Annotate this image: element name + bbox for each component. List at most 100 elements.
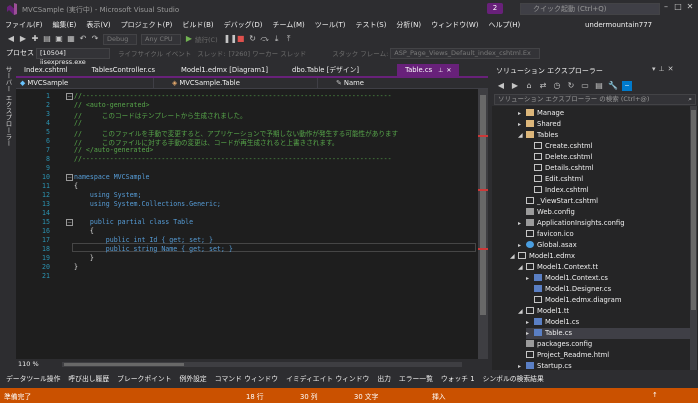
expand-icon[interactable]: ▸ xyxy=(518,108,526,119)
close-icon[interactable]: ✕ xyxy=(684,2,696,11)
minimize-icon[interactable]: – xyxy=(660,2,672,11)
tree-item[interactable]: Model1.edmx.diagram xyxy=(526,295,621,306)
redo-icon[interactable]: ↷ xyxy=(90,34,100,44)
expand-icon[interactable]: ▸ xyxy=(526,328,534,339)
tree-item[interactable]: ◢ Model1.edmx xyxy=(510,251,575,262)
tree-item[interactable]: ▸ Startup.cs xyxy=(518,361,572,370)
expand-icon[interactable]: ▸ xyxy=(518,240,526,251)
type-dropdown[interactable]: ◈ MVCSample.Table xyxy=(168,78,318,89)
tab-tablescontroller[interactable]: TablesController.cs xyxy=(84,64,163,76)
back-icon[interactable]: ◀ xyxy=(6,34,16,44)
lifecycle-events-dropdown[interactable]: ライフサイクル イベント xyxy=(118,48,191,58)
step-over-icon[interactable]: ⤼ xyxy=(260,34,270,44)
expand-icon[interactable]: ▸ xyxy=(526,317,534,328)
step-out-icon[interactable]: ⤒ xyxy=(284,34,294,44)
close-tab-icon[interactable]: ✕ xyxy=(446,67,451,74)
home-icon[interactable]: ⌂ xyxy=(524,81,534,91)
forward-icon[interactable]: ▶ xyxy=(510,81,520,91)
menu-debug[interactable]: デバッグ(D) xyxy=(219,18,268,32)
tree-item[interactable]: ▸ Model1.cs xyxy=(526,317,579,328)
tree-item[interactable]: ◢ Model1.tt xyxy=(518,306,569,317)
save-icon[interactable]: ▣ xyxy=(54,34,64,44)
pause-icon[interactable]: ❚❚ xyxy=(224,34,237,44)
tree-item[interactable]: ▸ ApplicationInsights.config xyxy=(518,218,625,229)
tab-watch-1[interactable]: ウォッチ 1 xyxy=(437,372,479,386)
menu-window[interactable]: ウィンドウ(W) xyxy=(426,18,483,32)
tab-data-tools[interactable]: データツール操作 xyxy=(2,372,64,386)
thread-dropdown[interactable]: [7260] ワーカー スレッド xyxy=(228,48,306,58)
menu-help[interactable]: ヘルプ(H) xyxy=(484,18,526,32)
tree-item[interactable]: ▸ Model1.Context.cs xyxy=(526,273,608,284)
tab-error-list[interactable]: エラー一覧 xyxy=(395,372,437,386)
tree-item[interactable]: ◢ Model1.Context.tt xyxy=(518,262,598,273)
server-explorer-tab[interactable]: サーバー エクスプローラー xyxy=(3,66,13,146)
collapse-all-icon[interactable]: ▭ xyxy=(580,81,590,91)
platform-dropdown[interactable]: Any CPU xyxy=(141,33,181,45)
stack-frame-dropdown[interactable]: ASP_Page_Views_Default_index_cshtml.Ex xyxy=(390,47,541,59)
properties-icon[interactable]: 🔧 xyxy=(608,81,618,91)
notification-badge[interactable]: 2 xyxy=(487,3,503,14)
tree-item[interactable]: favicon.ico xyxy=(526,229,574,240)
menu-project[interactable]: プロジェクト(P) xyxy=(116,18,178,32)
tab-call-stack[interactable]: 呼び出し履歴 xyxy=(64,372,113,386)
tree-item[interactable]: ▸ Manage xyxy=(518,108,564,119)
refresh-icon[interactable]: ↻ xyxy=(566,81,576,91)
expand-icon[interactable]: ▸ xyxy=(526,273,534,284)
solution-explorer-search[interactable]: ソリューション エクスプローラー の検索 (Ctrl+@) ⌕ xyxy=(494,94,696,105)
tree-item[interactable]: Details.cshtml xyxy=(534,163,593,174)
editor-scroll-thumb[interactable] xyxy=(480,95,486,315)
tab-exception-settings[interactable]: 例外設定 xyxy=(176,372,211,386)
menu-file[interactable]: ファイル(F) xyxy=(0,18,48,32)
tree-item[interactable]: ▸ Global.asax xyxy=(518,240,577,251)
tree-item[interactable]: Web.config xyxy=(526,207,575,218)
tree-item[interactable]: Create.cshtml xyxy=(534,141,593,152)
tree-item[interactable]: packages.config xyxy=(518,339,592,350)
user-name[interactable]: undermountain777 xyxy=(585,18,652,32)
menu-team[interactable]: チーム(M) xyxy=(267,18,309,32)
tree-item[interactable]: ◢ Tables xyxy=(518,130,558,141)
close-icon[interactable]: ✕ xyxy=(668,65,677,73)
publish-icon[interactable]: ↑ xyxy=(652,391,658,399)
tab-breakpoints[interactable]: ブレークポイント xyxy=(113,372,175,386)
tree-item[interactable]: _ViewStart.cshtml xyxy=(526,196,598,207)
new-project-icon[interactable]: ✚ xyxy=(30,34,40,44)
menu-build[interactable]: ビルド(B) xyxy=(177,18,218,32)
tab-output[interactable]: 出力 xyxy=(373,372,395,386)
tab-dbo-table[interactable]: dbo.Table [デザイン] xyxy=(284,64,367,76)
menu-tools[interactable]: ツール(T) xyxy=(310,18,351,32)
collapse-region-icon[interactable]: − xyxy=(66,93,73,100)
expand-icon[interactable]: ▸ xyxy=(518,119,526,130)
collapse-icon[interactable]: ◢ xyxy=(518,306,526,317)
expand-icon[interactable]: ▸ xyxy=(518,218,526,229)
pending-changes-icon[interactable]: ◷ xyxy=(552,81,562,91)
collapse-icon[interactable]: ◢ xyxy=(518,130,526,141)
forward-icon[interactable]: ▶ xyxy=(18,34,28,44)
pin-icon[interactable]: ⊥ xyxy=(659,65,668,73)
config-dropdown[interactable]: Debug xyxy=(103,33,137,45)
tree-item[interactable]: Edit.cshtml xyxy=(534,174,583,185)
tab-model1-diagram[interactable]: Model1.edmx [Diagram1] xyxy=(173,64,276,76)
collapse-icon[interactable]: ◢ xyxy=(518,262,526,273)
horizontal-scroll-thumb[interactable] xyxy=(64,363,184,366)
tab-index-cshtml[interactable]: Index.cshtml xyxy=(16,64,76,76)
quick-launch-input[interactable]: クイック起動 (Ctrl+Q) xyxy=(520,3,660,15)
stop-icon[interactable]: ■ xyxy=(236,34,246,44)
back-icon[interactable]: ◀ xyxy=(496,81,506,91)
menu-edit[interactable]: 編集(E) xyxy=(48,18,82,32)
collapse-region-icon[interactable]: − xyxy=(66,174,73,181)
continue-button[interactable]: 続行(C) xyxy=(195,34,218,44)
expand-icon[interactable]: ▸ xyxy=(518,361,526,370)
pin-icon[interactable]: ⊥ xyxy=(438,67,443,74)
menu-analyze[interactable]: 分析(N) xyxy=(391,18,426,32)
save-all-icon[interactable]: ▦ xyxy=(66,34,76,44)
tree-item[interactable]: ▸ Shared xyxy=(518,119,561,130)
solution-tree-scroll-thumb[interactable] xyxy=(691,110,696,310)
tree-item[interactable]: Delete.cshtml xyxy=(534,152,592,163)
show-all-files-icon[interactable]: ▤ xyxy=(594,81,604,91)
tab-find-symbol-results[interactable]: シンボルの検索結果 xyxy=(479,372,548,386)
collapse-icon[interactable]: ◢ xyxy=(510,251,518,262)
code-editor[interactable]: 1 2 3 4 5 6 7 8 9 10 11 12 13 14 15 16 1… xyxy=(16,89,488,359)
continue-icon[interactable]: ▶ xyxy=(184,34,194,44)
tree-item[interactable]: Model1.Designer.cs xyxy=(526,284,611,295)
tab-table-cs[interactable]: Table.cs ⊥ ✕ xyxy=(397,64,460,76)
